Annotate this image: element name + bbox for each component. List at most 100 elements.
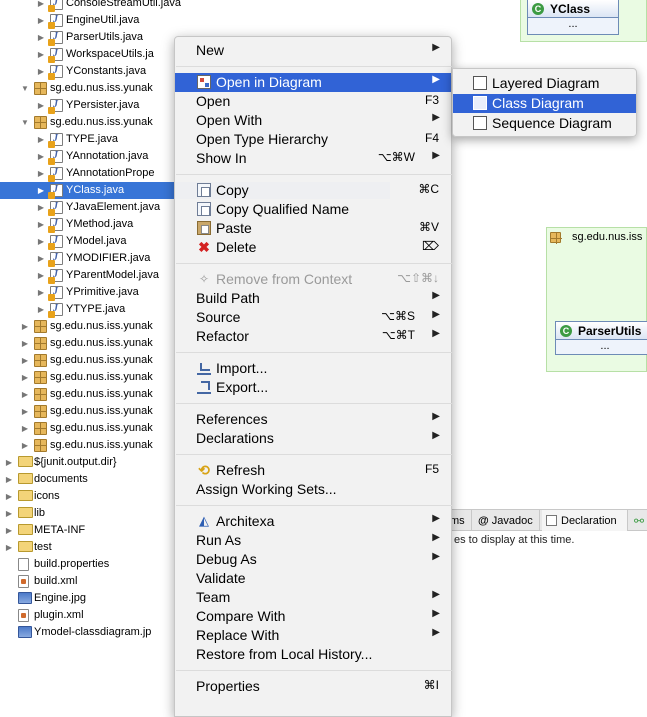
menu-item-copy[interactable]: Copy ⌘C: [175, 181, 451, 200]
menu-item-delete[interactable]: ✖ Delete ⌦: [175, 238, 451, 257]
expand-down-icon[interactable]: ▼: [20, 83, 30, 93]
expand-right-icon[interactable]: ▶: [4, 508, 14, 518]
expand-right-icon[interactable]: ▶: [36, 49, 46, 59]
expand-right-icon[interactable]: ▶: [36, 219, 46, 229]
menu-item-compare-with[interactable]: Compare With ▶: [175, 607, 451, 626]
tree-row-label: YMethod.java: [66, 218, 134, 230]
expand-right-icon[interactable]: ▶: [20, 389, 30, 399]
expand-right-icon[interactable]: ▶: [36, 185, 46, 195]
menu-item-properties[interactable]: Properties ⌘I: [175, 677, 451, 696]
menu-item-open-type-hierarchy[interactable]: Open Type Hierarchy F4: [175, 130, 451, 149]
menu-item-debug-as[interactable]: Debug As ▶: [175, 550, 451, 569]
expand-right-icon[interactable]: ▶: [20, 406, 30, 416]
tab-javadoc[interactable]: @ Javadoc: [474, 510, 540, 531]
menu-item-export[interactable]: Export...: [175, 378, 451, 397]
expand-right-icon[interactable]: ▶: [36, 0, 46, 8]
tree-row-label: Engine.jpg: [34, 592, 86, 604]
tree-row-label: ParserUtils.java: [66, 31, 144, 43]
expand-right-icon[interactable]: ▶: [36, 134, 46, 144]
menu-item-open-with[interactable]: Open With ▶: [175, 111, 451, 130]
submenu-item-layered-diagram[interactable]: Layered Diagram: [453, 74, 636, 93]
class-diagram-icon: [473, 96, 487, 110]
menu-item-new[interactable]: New ▶: [175, 41, 451, 60]
expand-right-icon[interactable]: ▶: [36, 66, 46, 76]
menu-item-label: Replace With: [196, 627, 280, 643]
expand-right-icon[interactable]: ▶: [36, 253, 46, 263]
expand-right-icon[interactable]: ▶: [20, 440, 30, 450]
menu-item-declarations[interactable]: Declarations ▶: [175, 429, 451, 448]
menu-item-import[interactable]: Import...: [175, 359, 451, 378]
expand-right-icon[interactable]: ▶: [36, 202, 46, 212]
menu-item-refactor[interactable]: Refactor ⌥⌘T ▶: [175, 327, 451, 346]
architexa-icon: ◭: [199, 513, 209, 528]
menu-item-architexa[interactable]: ◭ Architexa ▶: [175, 512, 451, 531]
menu-shortcut: ⌥⌘W: [377, 150, 415, 164]
menu-separator: [176, 505, 452, 506]
expand-right-icon[interactable]: ▶: [36, 32, 46, 42]
menu-item-copy-qualified-name[interactable]: Copy Qualified Name: [175, 200, 451, 219]
menu-item-open-in-diagram[interactable]: Open in Diagram ▶: [175, 73, 451, 92]
menu-item-paste[interactable]: Paste ⌘V: [175, 219, 451, 238]
package-label: sg.edu.nus.iss: [572, 231, 643, 243]
tree-row-label: ConsoleStreamUtil.java: [66, 0, 181, 9]
expand-right-icon[interactable]: ▶: [20, 423, 30, 433]
tab-overflow[interactable]: ⚯: [630, 510, 647, 531]
tree-row-label: sg.edu.nus.iss.yunak: [50, 354, 153, 366]
menu-item-show-in[interactable]: Show In ⌥⌘W ▶: [175, 149, 451, 168]
remove-context-icon: ✧: [198, 272, 210, 286]
menu-separator: [176, 670, 452, 671]
expand-down-icon[interactable]: ▼: [20, 117, 30, 127]
package-box-bottom[interactable]: sg.edu.nus.iss C ParserUtils ...: [546, 227, 647, 372]
submenu-arrow-icon: ▶: [432, 551, 440, 562]
tree-row-label: YModel.java: [66, 235, 127, 247]
folder-icon: [18, 524, 33, 535]
submenu-item-class-diagram[interactable]: Class Diagram: [453, 94, 636, 113]
tree-row[interactable]: ▶ ConsoleStreamUtil.java: [0, 0, 390, 12]
tree-row-label: TYPE.java: [66, 133, 118, 145]
expand-right-icon[interactable]: ▶: [20, 321, 30, 331]
expand-right-icon[interactable]: ▶: [36, 304, 46, 314]
tab-declaration[interactable]: Declaration: [542, 510, 628, 531]
tab-label: Declaration: [561, 514, 617, 527]
tree-row-label: build.properties: [34, 558, 110, 570]
image-file-icon: [18, 592, 32, 604]
menu-item-team[interactable]: Team ▶: [175, 588, 451, 607]
expand-right-icon[interactable]: ▶: [4, 491, 14, 501]
expand-right-icon[interactable]: ▶: [36, 15, 46, 25]
properties-file-icon: [18, 558, 29, 571]
submenu-item-sequence-diagram[interactable]: Sequence Diagram: [453, 114, 636, 133]
menu-item-assign-working-sets[interactable]: Assign Working Sets...: [175, 480, 451, 499]
menu-item-source[interactable]: Source ⌥⌘S ▶: [175, 308, 451, 327]
expand-right-icon[interactable]: ▶: [36, 151, 46, 161]
expand-right-icon[interactable]: ▶: [36, 168, 46, 178]
expand-right-icon[interactable]: ▶: [20, 338, 30, 348]
expand-right-icon[interactable]: ▶: [36, 236, 46, 246]
menu-item-refresh[interactable]: ⟲ Refresh F5: [175, 461, 451, 480]
expand-right-icon[interactable]: ▶: [4, 525, 14, 535]
expand-right-icon[interactable]: ▶: [4, 474, 14, 484]
package-box-top[interactable]: C YClass ...: [520, 0, 647, 42]
menu-item-restore-from-local-history[interactable]: Restore from Local History...: [175, 645, 451, 664]
expand-right-icon[interactable]: ▶: [36, 270, 46, 280]
menu-item-open[interactable]: Open F3: [175, 92, 451, 111]
tree-row-label: ${junit.output.dir}: [34, 456, 117, 468]
class-box-parserutils[interactable]: C ParserUtils ...: [555, 321, 647, 355]
menu-item-validate[interactable]: Validate: [175, 569, 451, 588]
expand-right-icon[interactable]: ▶: [36, 100, 46, 110]
class-box-yclass[interactable]: C YClass ...: [527, 0, 619, 35]
tree-row[interactable]: ▶ EngineUtil.java: [0, 12, 390, 29]
class-name: ParserUtils: [578, 323, 642, 338]
menu-item-build-path[interactable]: Build Path ▶: [175, 289, 451, 308]
expand-right-icon[interactable]: ▶: [20, 372, 30, 382]
expand-right-icon[interactable]: ▶: [36, 287, 46, 297]
expand-right-icon[interactable]: ▶: [4, 542, 14, 552]
menu-item-replace-with[interactable]: Replace With ▶: [175, 626, 451, 645]
menu-item-label: Properties: [196, 678, 260, 694]
menu-item-label: Source: [196, 309, 241, 325]
expand-right-icon[interactable]: ▶: [4, 457, 14, 467]
at-icon: @: [478, 514, 489, 527]
menu-item-run-as[interactable]: Run As ▶: [175, 531, 451, 550]
expand-right-icon[interactable]: ▶: [20, 355, 30, 365]
submenu-arrow-icon: ▶: [432, 532, 440, 543]
menu-item-references[interactable]: References ▶: [175, 410, 451, 429]
